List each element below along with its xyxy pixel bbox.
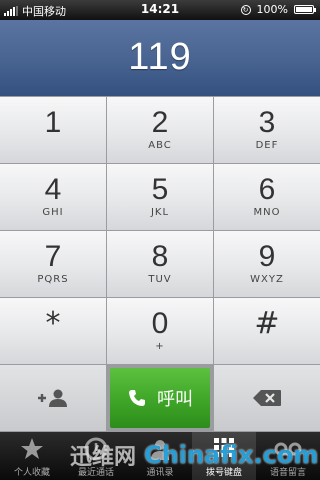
key-letters: MNO — [253, 207, 281, 218]
key-letters: ABC — [148, 140, 172, 151]
key-digit: 7 — [44, 240, 62, 273]
status-right: ↻ 100% — [240, 3, 316, 16]
key-4[interactable]: 4 GHI — [0, 164, 106, 230]
battery-percent: 100% — [256, 3, 288, 16]
star-icon — [17, 434, 47, 464]
dial-keypad: 1 2 ABC 3 DEF 4 GHI 5 JKL 6 MNO 7 PQRS 8… — [0, 96, 320, 432]
key-digit: # — [254, 306, 280, 341]
key-digit: * — [45, 306, 61, 341]
tab-label: 语音留言 — [269, 468, 306, 478]
backspace-button[interactable] — [214, 365, 320, 431]
tab-contacts[interactable]: 通讯录 — [128, 432, 192, 480]
add-contact-icon — [38, 389, 67, 407]
key-digit: 9 — [258, 240, 276, 273]
key-hash[interactable]: # — [214, 298, 320, 364]
key-letters: + — [155, 341, 165, 352]
contacts-icon — [145, 434, 175, 464]
voicemail-icon — [273, 434, 303, 464]
tab-label: 个人收藏 — [13, 468, 50, 478]
status-bar: 中国移动 14:21 ↻ 100% — [0, 0, 320, 20]
key-digit: 3 — [258, 106, 276, 139]
key-letters: GHI — [42, 207, 64, 218]
key-0[interactable]: 0 + — [107, 298, 213, 364]
call-label: 呼叫 — [157, 389, 193, 410]
key-letters: DEF — [255, 140, 279, 151]
key-1[interactable]: 1 — [0, 97, 106, 163]
call-button[interactable]: 呼叫 — [110, 368, 210, 428]
key-star[interactable]: * — [0, 298, 106, 364]
backspace-icon — [253, 390, 281, 406]
key-5[interactable]: 5 JKL — [107, 164, 213, 230]
key-digit: 0 — [151, 307, 169, 340]
tab-label: 通讯录 — [146, 468, 174, 478]
key-digit: 6 — [258, 173, 276, 206]
key-letters: TUV — [148, 274, 172, 285]
key-8[interactable]: 8 TUV — [107, 231, 213, 297]
key-7[interactable]: 7 PQRS — [0, 231, 106, 297]
tab-label: 最近通话 — [77, 468, 114, 478]
number-display: 119 — [0, 20, 320, 97]
add-contact-button[interactable] — [0, 365, 106, 431]
dialed-number: 119 — [128, 36, 192, 78]
key-9[interactable]: 9 WXYZ — [214, 231, 320, 297]
tab-voicemail[interactable]: 语音留言 — [256, 432, 320, 480]
tab-keypad[interactable]: 拨号键盘 — [192, 432, 256, 480]
key-letters: JKL — [150, 207, 170, 218]
key-digit: 5 — [151, 173, 169, 206]
clock-icon — [81, 434, 111, 464]
orientation-lock-icon: ↻ — [240, 4, 251, 15]
tab-favorites[interactable]: 个人收藏 — [0, 432, 64, 480]
key-6[interactable]: 6 MNO — [214, 164, 320, 230]
key-2[interactable]: 2 ABC — [107, 97, 213, 163]
key-digit: 2 — [151, 106, 169, 139]
key-digit: 4 — [44, 173, 62, 206]
key-3[interactable]: 3 DEF — [214, 97, 320, 163]
key-letters: WXYZ — [250, 274, 284, 285]
key-digit: 8 — [151, 240, 169, 273]
keypad-icon — [209, 434, 239, 464]
battery-icon — [294, 5, 316, 14]
phone-icon — [127, 388, 147, 408]
key-letters: PQRS — [37, 274, 69, 285]
key-digit: 1 — [44, 106, 62, 139]
tab-label: 拨号键盘 — [205, 468, 242, 478]
tab-bar: 个人收藏 最近通话 通讯录 拨号键盘 语音留言 — [0, 432, 320, 480]
tab-recents[interactable]: 最近通话 — [64, 432, 128, 480]
